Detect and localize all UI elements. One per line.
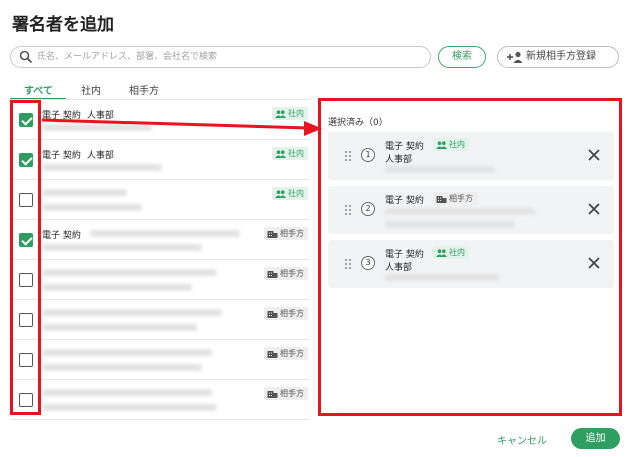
add-person-icon xyxy=(507,51,523,63)
tab-all[interactable]: すべて xyxy=(24,82,53,97)
new-partner-label: 新規相手方登録 xyxy=(526,51,596,62)
search-box[interactable] xyxy=(10,46,431,68)
tab-bar: すべて 社内 相手方 xyxy=(10,80,310,100)
redacted-email xyxy=(42,364,202,371)
building-icon xyxy=(267,230,278,238)
building-icon xyxy=(267,270,278,278)
external-badge: 相手方 xyxy=(264,227,308,240)
signer-row[interactable]: 相手方 xyxy=(10,380,310,420)
signer-row[interactable]: 電子 契約 相手方 xyxy=(10,220,310,260)
redacted-name xyxy=(42,189,127,196)
redacted-email xyxy=(42,164,162,171)
search-input[interactable] xyxy=(37,49,417,65)
signer-row[interactable]: 相手方 xyxy=(10,300,310,340)
row-name: 電子 契約 xyxy=(42,231,81,241)
redacted-name xyxy=(42,269,217,276)
signer-row[interactable]: 相手方 xyxy=(10,260,310,300)
internal-badge: 社内 xyxy=(272,187,308,200)
search-button[interactable]: 検索 xyxy=(438,46,486,68)
redacted-email xyxy=(42,244,202,251)
add-button[interactable]: 追加 xyxy=(571,428,620,449)
row-name: 電子 契約 人事部 xyxy=(42,151,114,161)
redacted-name xyxy=(42,349,212,356)
cancel-button[interactable]: キャンセル xyxy=(497,432,547,447)
signer-row[interactable]: 電子 契約 人事部 社内 xyxy=(10,140,310,180)
building-icon xyxy=(267,310,278,318)
redacted-email xyxy=(42,324,197,331)
signer-list: 電子 契約 人事部 社内 電子 契約 人事部 社内 社内 電子 契約 相手方 相… xyxy=(10,100,310,420)
redacted-email xyxy=(42,204,142,211)
search-icon xyxy=(19,50,33,64)
external-badge: 相手方 xyxy=(264,307,308,320)
redacted-name xyxy=(42,389,212,396)
new-partner-button[interactable]: 新規相手方登録 xyxy=(497,46,619,68)
redacted-email xyxy=(42,404,217,411)
building-icon xyxy=(267,390,278,398)
dialog-title: 署名者を追加 xyxy=(12,15,114,35)
redacted-email xyxy=(42,284,192,291)
checkbox-highlight-box xyxy=(10,100,41,415)
annotation-arrow xyxy=(41,118,322,136)
external-badge: 相手方 xyxy=(264,387,308,400)
redacted-company xyxy=(90,230,240,237)
redacted-name xyxy=(42,309,222,316)
building-icon xyxy=(267,350,278,358)
group-icon xyxy=(275,189,286,198)
internal-badge: 社内 xyxy=(272,147,308,160)
external-badge: 相手方 xyxy=(264,347,308,360)
external-badge: 相手方 xyxy=(264,267,308,280)
selected-panel-highlight-box xyxy=(318,98,622,416)
signer-row[interactable]: 社内 xyxy=(10,180,310,220)
signer-row[interactable]: 相手方 xyxy=(10,340,310,380)
tab-internal[interactable]: 社内 xyxy=(81,82,101,97)
group-icon xyxy=(275,149,286,158)
tab-external[interactable]: 相手方 xyxy=(129,82,159,97)
